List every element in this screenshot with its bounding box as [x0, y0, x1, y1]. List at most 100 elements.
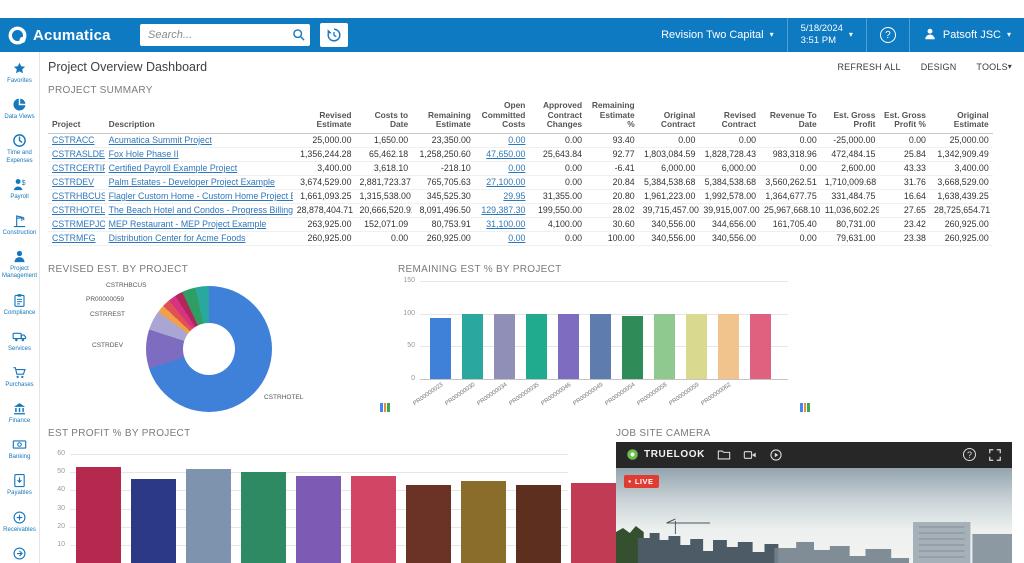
design-button[interactable]: DESIGN [921, 62, 957, 72]
camera-help-icon[interactable] [963, 448, 976, 461]
table-cell[interactable]: CSTRCERTIF [48, 161, 105, 175]
bar-series-8[interactable] [516, 485, 561, 563]
committed-costs-link[interactable]: 31,100.00 [486, 219, 525, 229]
table-cell[interactable]: 31,100.00 [475, 217, 530, 231]
description-link[interactable]: Certified Payroll Example Project [109, 163, 238, 173]
refresh-all-button[interactable]: REFRESH ALL [837, 62, 900, 72]
committed-costs-link[interactable]: 129,387.30 [481, 205, 525, 215]
column-header[interactable]: Remaining Estimate % [586, 99, 639, 133]
committed-costs-link[interactable]: 0.00 [508, 163, 525, 173]
bar-series-3[interactable] [241, 472, 286, 563]
column-header[interactable]: Original Estimate [930, 99, 993, 133]
bar-series-7[interactable] [461, 481, 506, 563]
table-cell[interactable]: MEP Restaurant - MEP Project Example [105, 217, 293, 231]
description-link[interactable]: MEP Restaurant - MEP Project Example [109, 219, 267, 229]
bar-PR00000023[interactable] [430, 318, 451, 379]
truelook-logo[interactable]: TRUELOOK [626, 448, 705, 461]
column-header[interactable]: Costs to Date [355, 99, 412, 133]
column-header[interactable]: Project [48, 99, 105, 133]
project-link[interactable]: CSTRMFG [52, 233, 96, 243]
committed-costs-link[interactable]: 47,650.00 [486, 149, 525, 159]
table-cell[interactable]: Distribution Center for Acme Foods [105, 231, 293, 245]
column-header[interactable]: Revenue To Date [760, 99, 821, 133]
table-row[interactable]: CSTRMFG Distribution Center for Acme Food… [48, 231, 993, 245]
user-menu[interactable]: Patsoft JSC [910, 18, 1024, 52]
bar-PR00000034[interactable] [494, 314, 515, 379]
company-selector[interactable]: Revision Two Capital [648, 18, 787, 52]
table-cell[interactable]: CSTRHBCUS [48, 189, 105, 203]
description-link[interactable]: Flagler Custom Home - Custom Home Projec… [109, 191, 293, 201]
project-link[interactable]: CSTRDEV [52, 177, 94, 187]
chart-menu-icon[interactable] [800, 403, 810, 412]
table-cell[interactable]: 29.95 [475, 189, 530, 203]
table-cell[interactable]: CSTRASLDEM [48, 147, 105, 161]
table-cell[interactable]: 27,100.00 [475, 175, 530, 189]
sidebar-item-time-and-expenses[interactable]: Time and Expenses [0, 127, 39, 170]
project-link[interactable]: CSTRHOTEL [52, 205, 105, 215]
table-cell[interactable]: 0.00 [475, 133, 530, 147]
folder-icon[interactable] [717, 448, 731, 462]
business-date-button[interactable] [320, 23, 348, 47]
table-cell[interactable]: Acumatica Summit Project [105, 133, 293, 147]
sidebar-item-project-management[interactable]: Project Management [0, 243, 39, 286]
bar-series-4[interactable] [296, 476, 341, 563]
bar-series-1[interactable] [131, 479, 176, 563]
bar-series-5[interactable] [351, 476, 396, 563]
table-row[interactable]: CSTRACCAcumatica Summit Project25,000.00… [48, 133, 993, 147]
bar-PR00000049[interactable] [590, 314, 611, 379]
help-button[interactable] [867, 18, 909, 52]
sidebar-item-construction[interactable]: Construction [0, 207, 39, 243]
table-cell[interactable]: Fox Hole Phase II [105, 147, 293, 161]
project-link[interactable]: CSTRASLDEM [52, 149, 105, 159]
column-header[interactable]: Approved Contract Changes [529, 99, 586, 133]
bar-PR00000059[interactable] [686, 314, 707, 379]
bar-series-0[interactable] [76, 467, 121, 563]
committed-costs-link[interactable]: 29.95 [503, 191, 525, 201]
bar-series-2[interactable] [186, 469, 231, 563]
description-link[interactable]: Acumatica Summit Project [109, 135, 212, 145]
bar-PR00000054[interactable] [622, 316, 643, 379]
fullscreen-icon[interactable] [988, 448, 1002, 462]
column-header[interactable]: Revised Contract [699, 99, 760, 133]
table-cell[interactable]: CSTRMEPJOB [48, 217, 105, 231]
table-cell[interactable]: Flagler Custom Home - Custom Home Projec… [105, 189, 293, 203]
bar-PR00000058[interactable] [654, 314, 675, 379]
play-icon[interactable] [769, 448, 783, 462]
sidebar-item-favorites[interactable]: Favorites [0, 55, 39, 91]
table-row[interactable]: CSTRHOTEL The Beach Hotel and Condos - Pr… [48, 203, 993, 217]
table-row[interactable]: CSTRASLDEMFox Hole Phase II1,356,244.286… [48, 147, 993, 161]
table-cell[interactable]: 129,387.30 [475, 203, 530, 217]
sidebar-item-receivables[interactable]: Receivables [0, 504, 39, 540]
table-row[interactable]: CSTRHBCUS Flagler Custom Home - Custom Ho… [48, 189, 993, 203]
bar-PR00000062[interactable] [718, 314, 739, 379]
table-cell[interactable]: CSTRACC [48, 133, 105, 147]
sidebar-item-payables[interactable]: Payables [0, 467, 39, 503]
bar-PR00000035[interactable] [526, 314, 547, 379]
business-date-selector[interactable]: 5/18/2024 3:51 PM [788, 18, 866, 52]
column-header[interactable]: Revised Estimate [293, 99, 356, 133]
bar-series-6[interactable] [406, 485, 451, 563]
committed-costs-link[interactable]: 0.00 [508, 135, 525, 145]
committed-costs-link[interactable]: 27,100.00 [486, 177, 525, 187]
table-cell[interactable]: 0.00 [475, 161, 530, 175]
committed-costs-link[interactable]: 0.00 [508, 233, 525, 243]
acumatica-logo[interactable]: Acumatica [8, 26, 140, 45]
search-input[interactable] [140, 24, 310, 46]
table-row[interactable]: CSTRMEPJOB MEP Restaurant - MEP Project E… [48, 217, 993, 231]
table-cell[interactable]: Certified Payroll Example Project [105, 161, 293, 175]
table-cell[interactable]: Palm Estates - Developer Project Example [105, 175, 293, 189]
column-header[interactable]: Description [105, 99, 293, 133]
table-cell[interactable]: 0.00 [475, 231, 530, 245]
tools-button[interactable]: TOOLS [976, 62, 1012, 72]
bar-PR00000046[interactable] [558, 314, 579, 379]
table-row[interactable]: CSTRCERTIF Certified Payroll Example Proj… [48, 161, 993, 175]
description-link[interactable]: The Beach Hotel and Condos - Progress Bi… [109, 205, 293, 215]
sidebar-item-payroll[interactable]: $Payroll [0, 171, 39, 207]
table-cell[interactable]: CSTRDEV [48, 175, 105, 189]
sidebar-item-banking[interactable]: Banking [0, 431, 39, 467]
column-header[interactable]: Est. Gross Profit [821, 99, 880, 133]
sidebar-item-purchases[interactable]: Purchases [0, 359, 39, 395]
column-header[interactable]: Est. Gross Profit % [879, 99, 930, 133]
sidebar-item-compliance[interactable]: Compliance [0, 287, 39, 323]
table-cell[interactable]: CSTRMFG [48, 231, 105, 245]
